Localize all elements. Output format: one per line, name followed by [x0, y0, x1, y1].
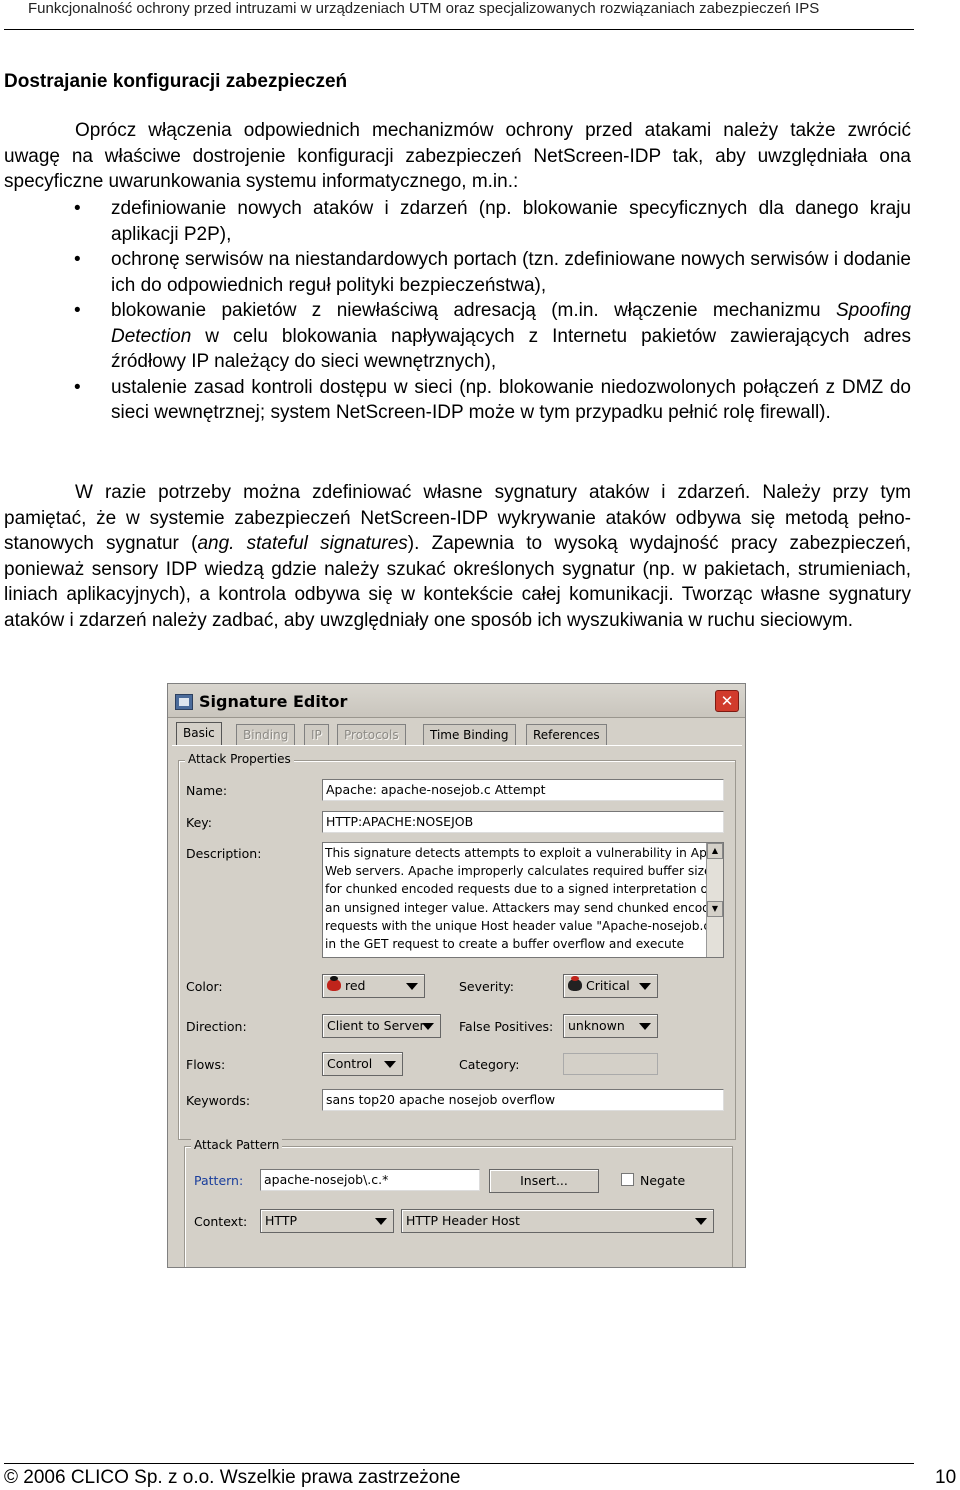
category-field — [563, 1053, 658, 1075]
bullet-text-2: ochronę serwisów na niestandardowych por… — [111, 249, 911, 296]
close-icon[interactable]: ✕ — [715, 690, 739, 712]
description-line: This signature detects attempts to explo… — [325, 846, 724, 860]
false-positives-select[interactable]: unknown — [563, 1014, 658, 1038]
severity-select[interactable]: Critical — [563, 974, 658, 998]
running-header: Funkcjonalność ochrony przed intruzami w… — [28, 0, 820, 17]
bullet-text-1: zdefiniowanie nowych ataków i zdarzeń (n… — [111, 198, 911, 245]
negate-label: Negate — [640, 1173, 686, 1188]
list-item: ustalenie zasad kontroli dostępu w sieci… — [0, 375, 911, 426]
page-number: 10 — [935, 1467, 957, 1488]
direction-select[interactable]: Client to Server — [322, 1014, 441, 1038]
bullet-text-4: ustalenie zasad kontroli dostępu w sieci… — [111, 376, 911, 424]
list-item: zdefiniowanie nowych ataków i zdarzeń (n… — [0, 196, 911, 247]
chevron-down-icon — [375, 1218, 387, 1225]
title-bar: Signature Editor ✕ — [168, 684, 745, 718]
chevron-down-icon — [422, 1023, 434, 1030]
negate-checkbox[interactable] — [621, 1173, 634, 1186]
header-rule — [4, 29, 914, 30]
description-scrollbar[interactable]: ▲ ▼ — [706, 843, 723, 957]
tab-bar: Basic Binding IP Protocols Time Binding … — [174, 722, 740, 746]
description-line: Web servers. Apache improperly calculate… — [325, 864, 718, 879]
tab-ip[interactable]: IP — [304, 724, 329, 746]
color-select[interactable]: red — [322, 974, 425, 998]
window-icon — [175, 694, 193, 710]
description-line: in the GET request to create a buffer ov… — [325, 937, 685, 952]
severity-label: Severity: — [459, 979, 514, 994]
name-field[interactable]: Apache: apache-nosejob.c Attempt — [322, 779, 724, 801]
footer-copyright: © 2006 CLICO Sp. z o.o. Wszelkie prawa z… — [4, 1467, 461, 1488]
tab-basic[interactable]: Basic — [176, 722, 222, 746]
chevron-down-icon — [406, 983, 418, 990]
window-title: Signature Editor — [199, 692, 348, 711]
chevron-down-icon — [639, 1023, 651, 1030]
signature-editor-window: Signature Editor ✕ Basic Binding IP Prot… — [167, 683, 746, 1268]
paragraph-intro: Oprócz włączenia odpowiednich mechanizmó… — [4, 120, 911, 192]
attack-properties-label: Attack Properties — [185, 752, 294, 766]
insert-button[interactable]: Insert... — [489, 1169, 599, 1193]
pattern-field[interactable]: apache-nosejob\.c.* — [260, 1169, 480, 1191]
context-field-value: HTTP Header Host — [406, 1213, 520, 1228]
context-field-select[interactable]: HTTP Header Host — [401, 1209, 714, 1233]
false-positives-value: unknown — [568, 1018, 625, 1033]
category-label: Category: — [459, 1057, 520, 1072]
list-item: ochronę serwisów na niestandardowych por… — [0, 247, 911, 298]
paragraph-signatures: W razie potrzeby można zdefiniować własn… — [4, 480, 911, 633]
key-label: Key: — [186, 815, 212, 830]
attack-pattern-label: Attack Pattern — [191, 1138, 283, 1152]
bullet-text-3a: blokowanie pakietów z niewłaściwą adresa… — [111, 300, 836, 321]
key-field[interactable]: HTTP:APACHE:NOSEJOB — [322, 811, 724, 833]
description-line: for chunked encoded requests due to a si… — [325, 882, 713, 897]
description-line: requests with the unique Host header val… — [325, 918, 716, 933]
bug-icon — [327, 976, 341, 991]
list-item: blokowanie pakietów z niewłaściwą adresa… — [0, 298, 911, 375]
section-title: Dostrajanie konfiguracji zabezpieczeń — [4, 71, 348, 92]
direction-label: Direction: — [186, 1019, 247, 1034]
description-line: an unsigned integer value. Attackers may… — [325, 900, 724, 915]
flows-value: Control — [327, 1056, 373, 1071]
severity-bug-icon — [568, 976, 582, 991]
flows-label: Flows: — [186, 1057, 226, 1072]
scroll-down-icon[interactable]: ▼ — [707, 901, 723, 917]
direction-value: Client to Server — [327, 1018, 425, 1033]
description-label: Description: — [186, 846, 262, 861]
tab-binding[interactable]: Binding — [236, 724, 296, 746]
false-positives-label: False Positives: — [459, 1019, 554, 1034]
keywords-field[interactable]: sans top20 apache nosejob overflow — [322, 1089, 724, 1111]
severity-value: Critical — [586, 978, 630, 993]
color-value: red — [345, 978, 366, 993]
footer-rule — [4, 1463, 914, 1464]
chevron-down-icon — [384, 1061, 396, 1068]
name-label: Name: — [186, 783, 228, 798]
description-textarea[interactable]: This signature detects attempts to explo… — [322, 842, 724, 958]
bullet-text-3b: w celu blokowania napływających z Intern… — [111, 325, 911, 373]
flows-select[interactable]: Control — [322, 1052, 403, 1076]
chevron-down-icon — [639, 983, 651, 990]
scroll-up-icon[interactable]: ▲ — [707, 843, 723, 859]
attack-pattern-group: Attack Pattern — [184, 1138, 733, 1267]
tab-protocols[interactable]: Protocols — [337, 724, 406, 746]
context-select[interactable]: HTTP — [260, 1209, 394, 1233]
pattern-label: Pattern: — [194, 1173, 244, 1188]
chevron-down-icon — [695, 1218, 707, 1225]
color-label: Color: — [186, 979, 223, 994]
context-label: Context: — [194, 1214, 248, 1229]
keywords-label: Keywords: — [186, 1093, 251, 1108]
paragraph2-em: ang. stateful signatures — [197, 533, 408, 554]
tab-time-binding[interactable]: Time Binding — [423, 724, 516, 746]
tab-references[interactable]: References — [526, 724, 607, 746]
bullet-list: zdefiniowanie nowych ataków i zdarzeń (n… — [0, 196, 911, 426]
tab-divider — [172, 745, 742, 746]
context-value: HTTP — [265, 1213, 297, 1228]
